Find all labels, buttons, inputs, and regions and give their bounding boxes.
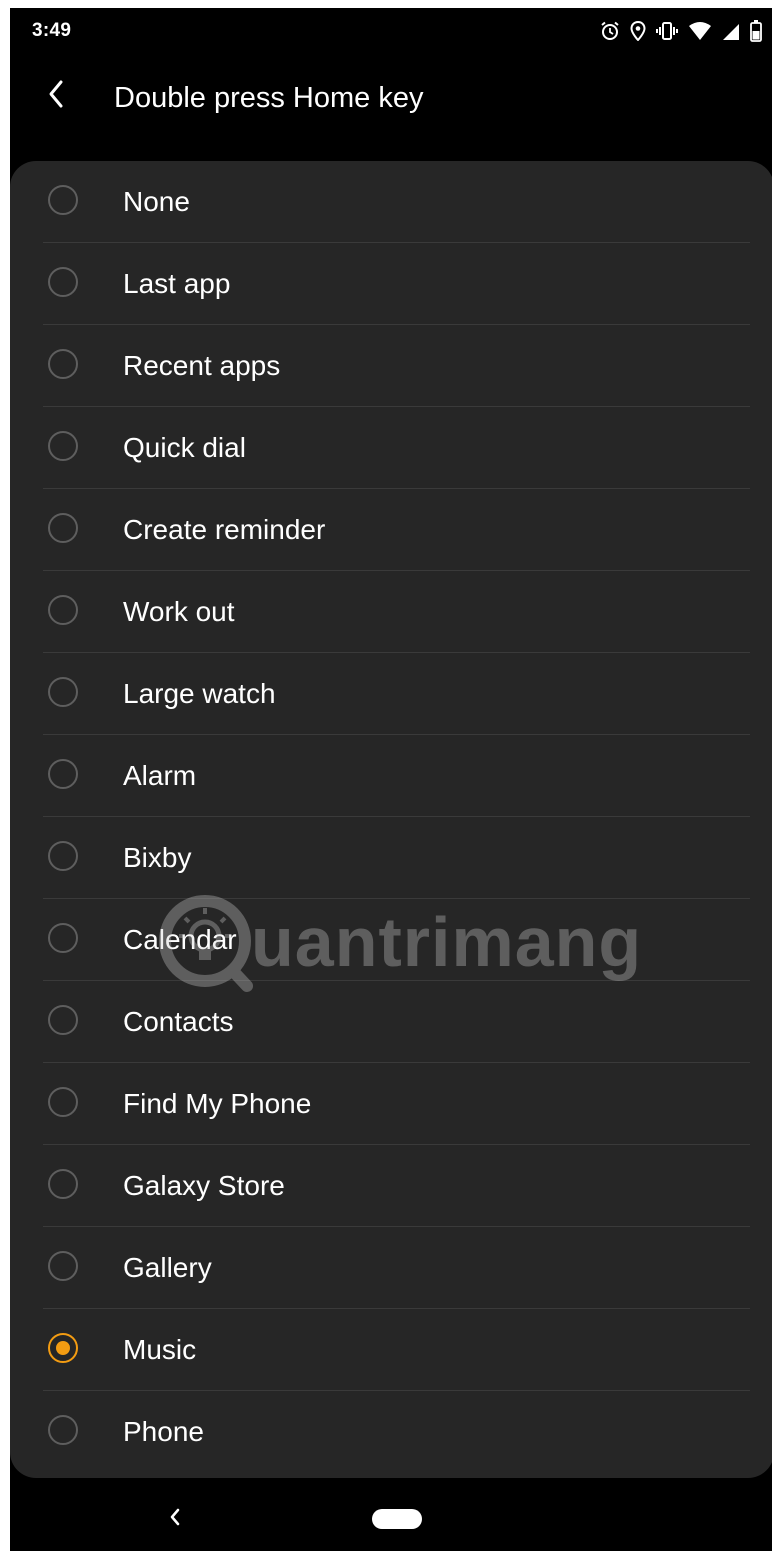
radio-option[interactable]: Phone [10,1391,772,1473]
radio-option[interactable]: Last app [10,243,772,325]
option-label: Work out [123,596,235,627]
radio-button[interactable] [48,1087,78,1117]
radio-button[interactable] [48,677,78,707]
option-label: Gallery [123,1252,212,1283]
status-time: 3:49 [32,20,72,41]
radio-option[interactable]: Calendar [10,899,772,981]
option-label: Alarm [123,760,197,791]
back-button[interactable] [36,76,76,116]
status-bar: 3:49 [10,8,772,54]
alarm-icon [600,21,620,41]
radio-button[interactable] [48,1169,78,1199]
radio-option[interactable]: None [10,161,772,243]
home-pill-button[interactable] [372,1509,422,1529]
radio-button[interactable] [48,759,78,789]
option-label: Last app [123,268,231,299]
wifi-icon [688,21,712,41]
radio-button[interactable] [48,923,78,953]
navigation-bar [10,1488,772,1551]
radio-button[interactable] [48,185,78,215]
radio-option[interactable]: Find My Phone [10,1063,772,1145]
options-card: None Last app Recent apps Quick dial Create … [10,161,772,1478]
option-label: None [123,186,190,217]
radio-button[interactable] [48,1005,78,1035]
option-label: Create reminder [123,514,326,545]
battery-icon [750,20,762,42]
radio-button[interactable] [48,1251,78,1281]
app-header: Double press Home key [10,54,772,144]
radio-option[interactable]: Large watch [10,653,772,735]
option-list: None Last app Recent apps Quick dial Create … [10,161,772,1473]
radio-option[interactable]: Contacts [10,981,772,1063]
option-label: Quick dial [123,432,246,463]
option-label: Galaxy Store [123,1170,285,1201]
radio-option[interactable]: Music [10,1309,772,1391]
option-label: Phone [123,1416,204,1447]
radio-option[interactable]: Quick dial [10,407,772,489]
page-title: Double press Home key [114,82,424,114]
radio-option[interactable]: Bixby [10,817,772,899]
radio-option[interactable]: Recent apps [10,325,772,407]
vibrate-icon [656,21,678,41]
nav-back-button[interactable] [162,1506,188,1532]
radio-button[interactable] [48,595,78,625]
radio-button[interactable] [48,513,78,543]
radio-button[interactable] [48,349,78,379]
radio-option[interactable]: Gallery [10,1227,772,1309]
radio-option[interactable]: Galaxy Store [10,1145,772,1227]
radio-button[interactable] [48,1415,78,1445]
option-label: Music [123,1334,197,1365]
option-label: Recent apps [123,350,281,381]
option-label: Bixby [123,842,192,873]
location-icon [630,21,646,41]
option-label: Find My Phone [123,1088,312,1119]
nav-back-icon [169,1507,181,1532]
radio-option[interactable]: Work out [10,571,772,653]
option-label: Large watch [123,678,276,709]
option-label: Calendar [123,924,237,955]
radio-button-checked[interactable] [48,1333,78,1363]
phone-screen: 3:49 Double press Home key None Last app… [10,8,772,1551]
radio-option[interactable]: Create reminder [10,489,772,571]
status-icons [600,18,762,44]
radio-button[interactable] [48,841,78,871]
radio-button[interactable] [48,267,78,297]
radio-option[interactable]: Alarm [10,735,772,817]
radio-button[interactable] [48,431,78,461]
chevron-left-icon [47,79,65,114]
signal-icon [722,21,740,41]
option-label: Contacts [123,1006,234,1037]
